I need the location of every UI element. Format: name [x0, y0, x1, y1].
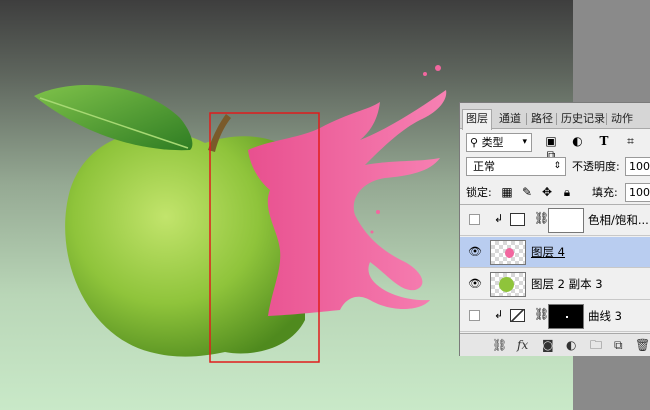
layer-mask-thumbnail[interactable]: [548, 304, 584, 329]
lock-paint-icon[interactable]: ✎: [520, 184, 534, 200]
lock-all-icon[interactable]: 🔒︎: [560, 184, 574, 200]
lock-row: 锁定: ▦ ✎ ✥ 🔒︎ 填充: 100%: [464, 183, 650, 205]
chevron-updown-icon: ⇕: [553, 161, 561, 171]
clip-arrow-icon: ↲: [494, 212, 504, 225]
opacity-input[interactable]: 100%: [625, 157, 650, 176]
tab-channels[interactable]: 通道: [496, 110, 524, 129]
pink-splash: [248, 90, 447, 316]
adjustment-icon[interactable]: ◐: [566, 337, 576, 353]
blend-row: 正常 ⇕ 不透明度: 100%: [464, 157, 650, 179]
visibility-toggle[interactable]: [469, 310, 480, 321]
visibility-toggle[interactable]: [469, 214, 480, 225]
layers-bottom-bar: ⛓︎ fx ◙ ◐ 🗀︎ ⧉ 🗑︎: [460, 333, 650, 356]
curves-icon: [510, 309, 525, 322]
opacity-label: 不透明度:: [572, 160, 620, 173]
layer-name[interactable]: 曲线 3: [588, 308, 622, 324]
layer-mask-thumbnail[interactable]: [548, 208, 584, 233]
tab-separator: [556, 113, 557, 125]
layer-name[interactable]: 色相/饱和...: [588, 212, 649, 228]
layer-row-curves-3[interactable]: ↲ ⛓︎ 曲线 3: [460, 301, 650, 332]
shape-filter-icon[interactable]: ⌗: [624, 134, 638, 148]
blend-mode-select[interactable]: 正常 ⇕: [466, 157, 566, 176]
fill-label: 填充:: [592, 186, 618, 199]
lock-position-icon[interactable]: ✥: [540, 184, 554, 200]
layers-panel[interactable]: 图层 通道 路径 历史记录 动作 ⚲ 类型 ▾ ▣ ◐ T ⌗ ⧉ 正常 ⇕ 不…: [459, 102, 650, 356]
layer-name[interactable]: 图层 2 副本 3: [531, 276, 603, 292]
folder-icon[interactable]: 🗀︎: [590, 337, 602, 353]
lock-transparent-icon[interactable]: ▦: [500, 184, 514, 200]
panel-tabs: 图层 通道 路径 历史记录 动作: [460, 103, 650, 130]
link-icon[interactable]: ⛓︎: [534, 307, 549, 321]
tab-actions[interactable]: 动作: [608, 110, 636, 129]
link-icon[interactable]: ⛓︎: [534, 211, 549, 225]
fx-icon[interactable]: fx: [517, 337, 528, 353]
mask-dot: [566, 316, 568, 318]
blend-mode-value: 正常: [473, 160, 495, 173]
layer-row-hue-saturation[interactable]: ↲ ⛓︎ 色相/饱和...: [460, 205, 650, 236]
type-filter-icon[interactable]: T: [597, 134, 611, 148]
tab-paths[interactable]: 路径: [528, 110, 556, 129]
tab-history[interactable]: 历史记录: [558, 110, 608, 129]
link-layers-icon[interactable]: ⛓︎: [492, 337, 507, 353]
filter-kind-label: 类型: [481, 136, 504, 149]
trash-icon[interactable]: 🗑︎: [635, 337, 650, 353]
clip-arrow-icon: ↲: [494, 308, 504, 321]
new-layer-icon[interactable]: ⧉: [614, 337, 623, 353]
layer-list[interactable]: ↲ ⛓︎ 色相/饱和... 👁︎ 图层 4 👁︎ 图层 2 副本 3 ↲ ⛓︎ …: [460, 204, 650, 332]
chevron-down-icon: ▾: [522, 137, 527, 147]
layer-filter-row: ⚲ 类型 ▾ ▣ ◐ T ⌗ ⧉: [464, 131, 650, 162]
hue-saturation-icon: [510, 213, 525, 226]
pink-splash-thumb: [505, 248, 514, 258]
mask-icon[interactable]: ◙: [542, 337, 554, 353]
eye-icon[interactable]: 👁︎: [468, 245, 482, 259]
eye-icon[interactable]: 👁︎: [468, 277, 482, 291]
layer-row-layer-2-copy-3[interactable]: 👁︎ 图层 2 副本 3: [460, 269, 650, 300]
apple-thumb: [499, 277, 514, 292]
tab-separator: [606, 113, 607, 125]
filter-kind-select[interactable]: ⚲ 类型 ▾: [466, 133, 532, 152]
layer-row-layer-4[interactable]: 👁︎ 图层 4: [460, 237, 650, 268]
lock-label: 锁定:: [466, 186, 492, 199]
adjustment-filter-icon[interactable]: ◐: [571, 134, 585, 148]
fill-input[interactable]: 100%: [625, 183, 650, 202]
image-filter-icon[interactable]: ▣: [544, 134, 558, 148]
search-icon: ⚲: [470, 136, 479, 149]
tab-layers[interactable]: 图层: [462, 109, 492, 130]
layer-thumbnail[interactable]: [490, 240, 526, 265]
tab-separator: [526, 113, 527, 125]
layer-name[interactable]: 图层 4: [531, 244, 565, 260]
layer-thumbnail[interactable]: [490, 272, 526, 297]
